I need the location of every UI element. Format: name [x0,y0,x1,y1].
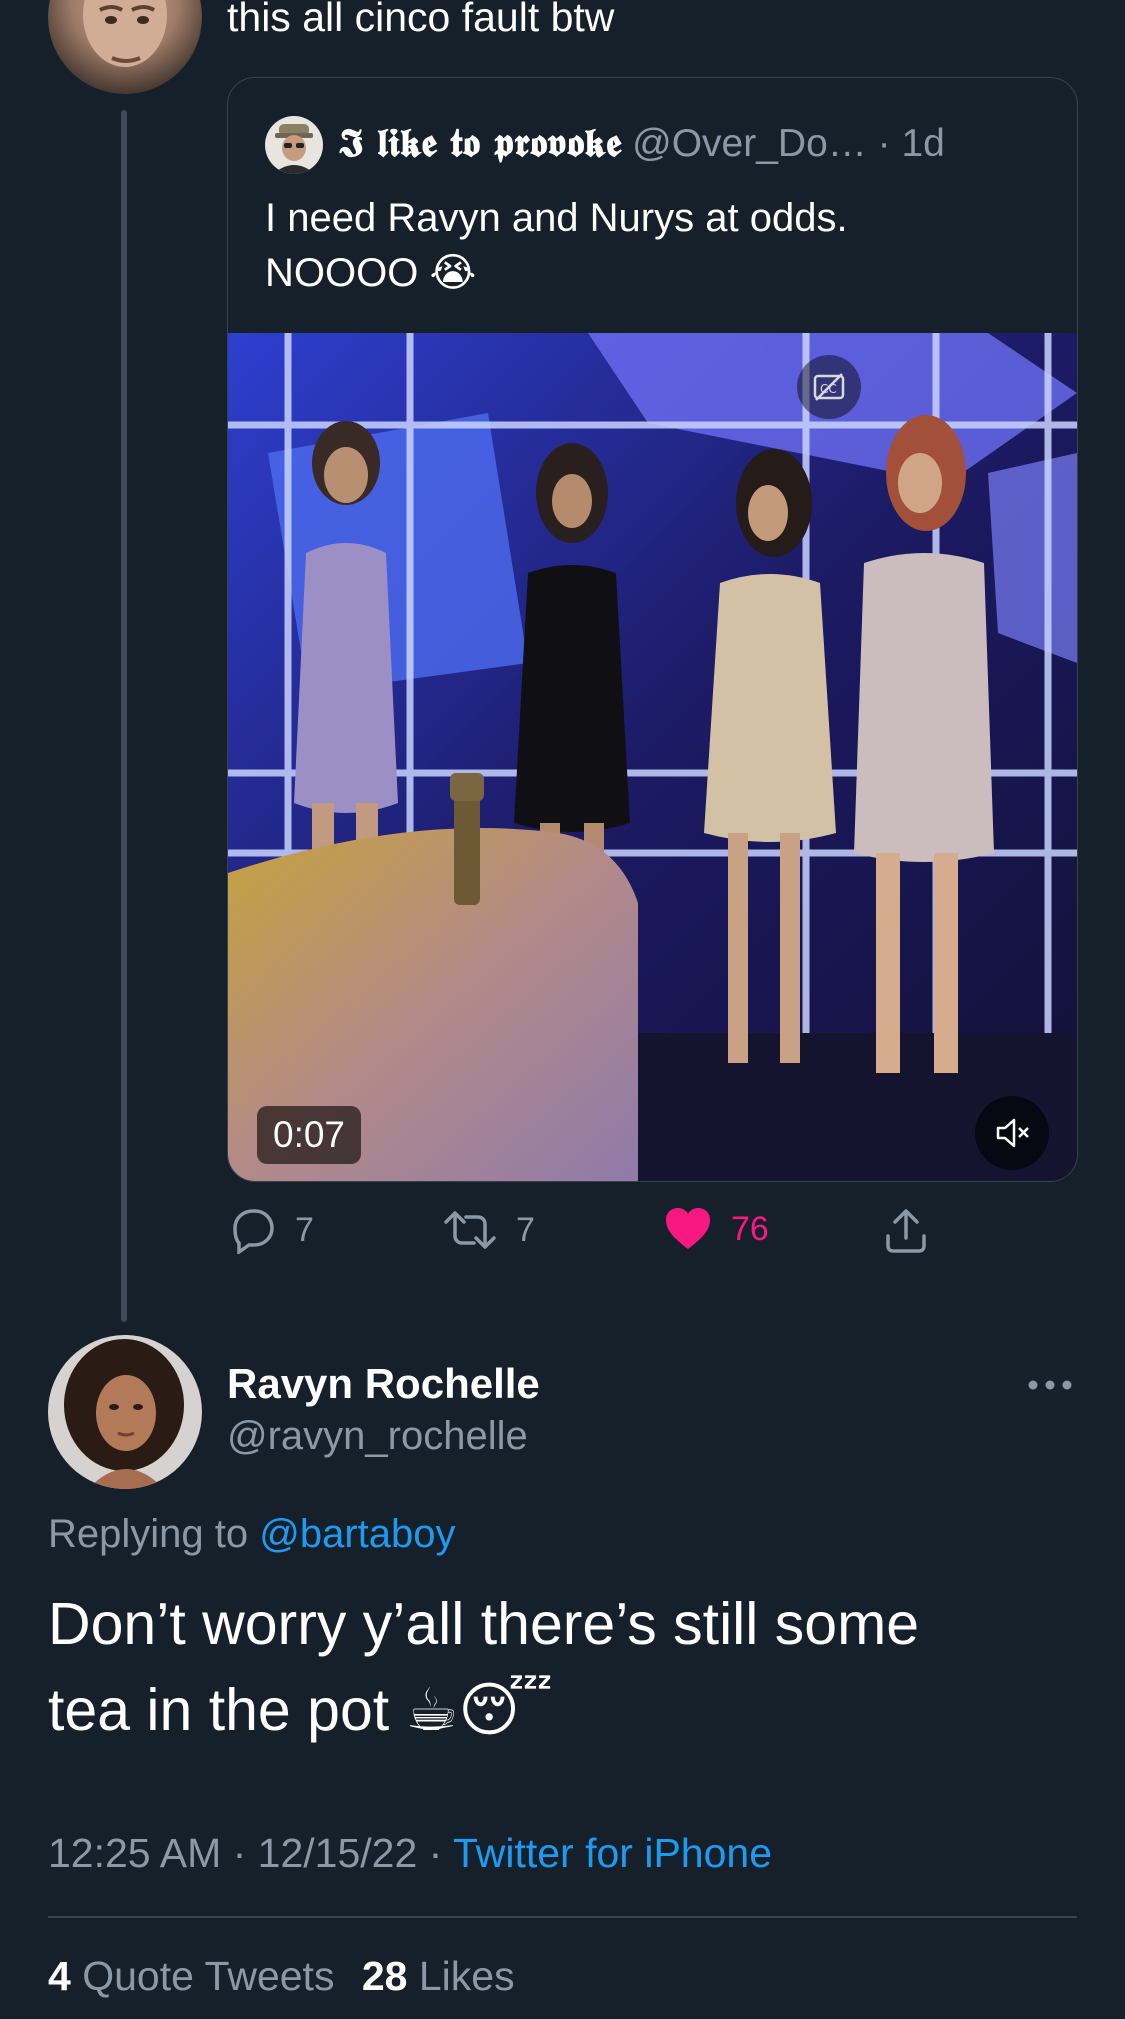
replying-to: Replying to @bartaboy [48,1512,456,1557]
like-button[interactable]: 76 [663,1206,769,1252]
tweet-timestamp[interactable]: 12:25 AM · 12/15/22 · [48,1830,442,1876]
main-tweet-handle[interactable]: @ravyn_rochelle [227,1414,528,1459]
video-player[interactable]: CC 0:07 [228,333,1077,1181]
mute-button[interactable] [975,1096,1049,1170]
prev-tweet-text: this all cinco fault btw [227,0,615,40]
share-button[interactable] [883,1206,947,1254]
like-count: 76 [731,1209,769,1248]
quoted-tweet-display-name[interactable]: 𝕴 𝖑𝖎𝖐𝖊 𝖙𝖔 𝖕𝖗𝖔𝖛𝖔𝖐𝖊 [339,120,621,166]
likes-label: Likes [418,1953,515,1999]
reply-button[interactable]: 7 [227,1206,314,1254]
likes-stat[interactable]: 28 Likes [362,1953,515,1999]
quoted-tweet-card[interactable]: 𝕴 𝖑𝖎𝖐𝖊 𝖙𝖔 𝖕𝖗𝖔𝖛𝖔𝖐𝖊 @Over_Do… · 1d I need … [227,77,1078,1182]
main-tweet-display-name[interactable]: Ravyn Rochelle [227,1360,540,1408]
reply-icon [233,1209,274,1254]
quoted-tweet-line2: NOOOO 😭 [265,251,477,295]
quoted-tweet-separator: · [877,122,891,165]
more-options-button[interactable] [1025,1370,1075,1400]
main-tweet-avatar[interactable] [48,1335,202,1489]
replying-to-handle[interactable]: @bartaboy [259,1512,455,1556]
quote-label: Quote Tweets [82,1953,335,1999]
replying-prefix: Replying to [48,1512,249,1556]
reply-count: 7 [295,1210,314,1249]
heart-filled-icon [666,1208,710,1249]
share-icon [886,1209,926,1253]
retweet-icon [444,1211,496,1249]
video-frame [228,333,1077,1181]
video-duration: 0:07 [257,1106,362,1164]
quoted-tweet-handle: @Over_Do… [632,122,867,165]
more-horizontal-icon [1028,1380,1072,1390]
quoted-tweet-time: 1d [901,122,945,165]
tweet-source[interactable]: Twitter for iPhone [453,1830,772,1876]
likes-count: 28 [361,1953,408,1999]
retweet-count: 7 [516,1210,535,1249]
quoted-tweet-line1: I need Ravyn and Nurys at odds. [265,196,848,240]
tweet-stats: 4 Quote Tweets 28 Likes [48,1953,515,2000]
quoted-tweet-avatar[interactable] [265,116,323,174]
quote-tweets-stat[interactable]: 4 Quote Tweets [48,1953,346,1999]
prev-tweet-avatar[interactable] [48,0,202,94]
thread-line [121,110,127,1322]
retweet-button[interactable]: 7 [442,1206,535,1254]
captions-off-icon: CC [813,373,845,401]
volume-muted-icon [996,1118,1029,1148]
divider [48,1916,1077,1918]
video-duration-label: 0:07 [273,1114,346,1155]
main-tweet-text-line1: Don’t worry y’all there’s still some [48,1591,920,1657]
tweet-metadata: 12:25 AM · 12/15/22 · Twitter for iPhone [48,1830,772,1877]
quote-count: 4 [48,1953,71,1999]
captions-button[interactable]: CC [797,355,861,419]
main-tweet-text-line2: tea in the pot ☕😴 [48,1677,554,1743]
